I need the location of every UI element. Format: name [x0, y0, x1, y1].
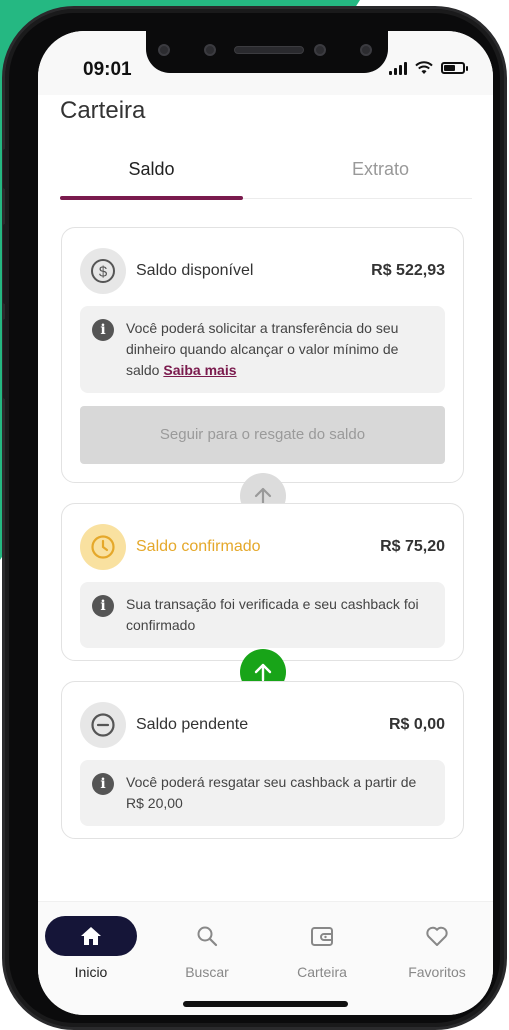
- info-icon: i: [92, 773, 114, 795]
- front-camera: [360, 44, 372, 56]
- info-icon: i: [92, 319, 114, 341]
- sensor-dot: [158, 44, 170, 56]
- nav-label: Carteira: [297, 964, 347, 980]
- svg-text:$: $: [99, 264, 108, 281]
- page-title: Carteira: [60, 97, 146, 124]
- wifi-icon: [415, 61, 433, 74]
- nav-label: Buscar: [185, 964, 229, 980]
- speaker-grille: [234, 46, 304, 54]
- nav-item-inicio[interactable]: Inicio: [41, 916, 141, 980]
- balance-value: R$ 75,20: [380, 538, 445, 555]
- info-box: i Você poderá resgatar seu cashback a pa…: [80, 760, 445, 826]
- phone-frame: 09:01 Carteira Saldo Extrato $ Saldo dis…: [2, 6, 507, 1030]
- nav-active-pill[interactable]: [45, 916, 137, 956]
- search-icon: [197, 926, 218, 947]
- nav-label: Inicio: [74, 964, 108, 980]
- minus-circle-icon: [80, 702, 126, 748]
- nav-icon-wrap: [391, 916, 483, 956]
- tab-bar: Saldo Extrato: [60, 147, 472, 200]
- card-saldo-pendente: Saldo pendente R$ 0,00 i Você poderá res…: [61, 681, 464, 839]
- card-saldo-confirmado: Saldo confirmado R$ 75,20 i Sua transaçã…: [61, 503, 464, 661]
- info-text: Sua transação foi verificada e seu cashb…: [126, 596, 419, 633]
- tab-saldo[interactable]: Saldo: [60, 147, 243, 200]
- card-header: $ Saldo disponível R$ 522,93: [80, 248, 445, 294]
- home-icon: [81, 927, 101, 945]
- volume-up-button: [3, 224, 9, 304]
- card-header: Saldo pendente R$ 0,00: [80, 702, 445, 748]
- status-bar: 09:01: [38, 31, 493, 95]
- resgate-button[interactable]: Seguir para o resgate do saldo: [80, 406, 445, 464]
- info-icon: i: [92, 595, 114, 617]
- card-saldo-disponivel: $ Saldo disponível R$ 522,93 i Você pode…: [61, 227, 464, 483]
- sensor-dot: [314, 44, 326, 56]
- card-label: Saldo disponível: [136, 262, 254, 279]
- info-box: i Sua transação foi verificada e seu cas…: [80, 582, 445, 648]
- nav-label: Favoritos: [408, 964, 466, 980]
- home-indicator[interactable]: [183, 1001, 348, 1007]
- signal-icon: [389, 61, 407, 75]
- bottom-nav: Inicio Buscar Carteira Favoritos: [38, 901, 493, 1015]
- status-time: 09:01: [83, 59, 132, 80]
- status-icons: [389, 61, 468, 75]
- saiba-mais-link[interactable]: Saiba mais: [163, 362, 236, 378]
- card-header: Saldo confirmado R$ 75,20: [80, 524, 445, 570]
- card-label: Saldo pendente: [136, 716, 249, 733]
- sensor-dot: [204, 44, 216, 56]
- balance-value: R$ 0,00: [388, 716, 445, 733]
- info-box: i Você poderá solicitar a transferência …: [80, 306, 445, 393]
- wallet-icon: [311, 927, 333, 946]
- dollar-circle-icon: $: [80, 248, 126, 294]
- nav-item-carteira[interactable]: Carteira: [272, 916, 372, 980]
- battery-icon: [441, 62, 468, 74]
- nav-item-favoritos[interactable]: Favoritos: [387, 916, 487, 980]
- notch: [146, 31, 388, 73]
- app-screen: 09:01 Carteira Saldo Extrato $ Saldo dis…: [38, 31, 493, 1015]
- tab-extrato[interactable]: Extrato: [289, 147, 472, 199]
- nav-icon-wrap: [276, 916, 368, 956]
- mute-switch: [3, 149, 9, 189]
- nav-icon-wrap: [161, 916, 253, 956]
- volume-down-button: [3, 319, 9, 399]
- clock-icon: [80, 524, 126, 570]
- balance-value: R$ 522,93: [371, 262, 445, 279]
- heart-icon: [426, 926, 448, 946]
- info-text: Você poderá resgatar seu cashback a part…: [126, 774, 417, 811]
- nav-item-buscar[interactable]: Buscar: [157, 916, 257, 980]
- card-label: Saldo confirmado: [136, 538, 261, 555]
